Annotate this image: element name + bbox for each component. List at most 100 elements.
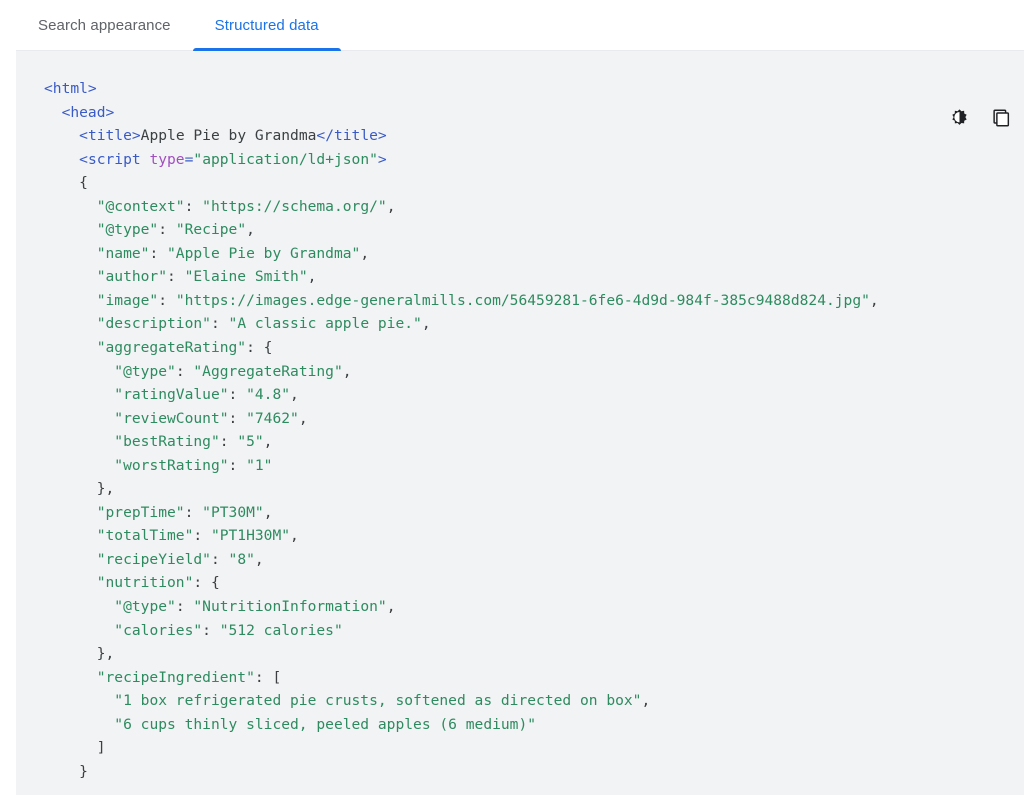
code-token: "512 calories" xyxy=(219,621,343,639)
code-token: "A classic apple pie." xyxy=(228,315,422,333)
tab-search-appearance[interactable]: Search appearance xyxy=(16,0,193,51)
code-line: } xyxy=(44,760,1010,784)
tab-search-appearance-label: Search appearance xyxy=(38,17,171,34)
code-token: }, xyxy=(96,480,115,498)
code-token: , xyxy=(290,527,299,545)
code-token: , xyxy=(386,197,396,215)
code-token: , xyxy=(421,315,431,333)
code-line: }, xyxy=(44,477,1010,501)
code-token: : xyxy=(219,433,238,451)
code-token: : { xyxy=(193,574,220,592)
code-token: , xyxy=(254,550,264,568)
code-token: , xyxy=(386,598,396,616)
code-token: </title> xyxy=(316,127,387,145)
code-line: "ratingValue": "4.8", xyxy=(44,383,1010,407)
code-token: "worstRating" xyxy=(114,456,229,474)
code-token: "application/ld+json" xyxy=(193,150,378,168)
code-line: <html> xyxy=(44,77,1010,101)
code-line: { xyxy=(44,171,1010,195)
code-line: "@type": "NutritionInformation", xyxy=(44,595,1010,619)
code-token: "PT30M" xyxy=(202,503,264,521)
code-line: "description": "A classic apple pie.", xyxy=(44,312,1010,336)
tab-structured-data[interactable]: Structured data xyxy=(192,0,341,51)
code-line: "calories": "512 calories" xyxy=(44,619,1010,643)
code-token: "ratingValue" xyxy=(114,386,229,404)
code-line: "author": "Elaine Smith", xyxy=(44,265,1010,289)
tab-bar: Search appearance Structured data xyxy=(0,0,1024,51)
code-line: "nutrition": { xyxy=(44,571,1010,595)
code-token: "bestRating" xyxy=(114,433,220,451)
code-token: , xyxy=(342,362,352,380)
code-line: "image": "https://images.edge-generalmil… xyxy=(44,289,1010,313)
code-token: "aggregateRating" xyxy=(96,339,247,357)
code-token: "6 cups thinly sliced, peeled apples (6 … xyxy=(114,715,537,733)
code-token: "@type" xyxy=(96,221,159,239)
code-line: "prepTime": "PT30M", xyxy=(44,501,1010,525)
code-token: "@type" xyxy=(114,362,176,380)
code-token: "nutrition" xyxy=(96,574,194,592)
code-token: "PT1H30M" xyxy=(210,527,291,545)
code-token: "recipeYield" xyxy=(96,550,211,568)
code-line: <script type="application/ld+json"> xyxy=(44,148,1010,172)
code-token: <title> xyxy=(79,127,141,145)
code-token: { xyxy=(79,174,88,192)
code-token: "author" xyxy=(96,268,168,286)
code-token: : [ xyxy=(254,668,282,686)
code-line: "6 cups thinly sliced, peeled apples (6 … xyxy=(44,713,1010,737)
code-token: , xyxy=(360,244,370,262)
code-token: : xyxy=(210,550,229,568)
code-block[interactable]: <html> <head> <title>Apple Pie by Grandm… xyxy=(16,77,1024,783)
code-token: "name" xyxy=(96,244,150,262)
code-token: "5" xyxy=(237,433,264,451)
code-token: "calories" xyxy=(114,621,203,639)
code-token: : { xyxy=(246,339,273,357)
code-token: : xyxy=(149,244,168,262)
code-token: "Apple Pie by Grandma" xyxy=(167,244,361,262)
code-token: } xyxy=(79,762,88,780)
code-token: "Recipe" xyxy=(175,221,247,239)
code-token: , xyxy=(263,433,273,451)
structured-data-page: Search appearance Structured data <html>… xyxy=(0,0,1024,795)
code-token: : xyxy=(158,221,176,239)
code-token: <html> xyxy=(44,80,97,97)
code-token: "Elaine Smith" xyxy=(184,268,308,286)
code-token: }, xyxy=(96,645,115,663)
code-token: : xyxy=(158,291,176,309)
code-line: "aggregateRating": { xyxy=(44,336,1010,360)
code-token: "1" xyxy=(246,456,273,474)
code-token: Apple Pie by Grandma xyxy=(140,127,317,145)
code-token: : xyxy=(184,503,203,521)
code-line: "1 box refrigerated pie crusts, softened… xyxy=(44,689,1010,713)
panel-actions xyxy=(946,105,1014,131)
code-panel: <html> <head> <title>Apple Pie by Grandm… xyxy=(16,51,1024,795)
code-token: "@type" xyxy=(114,598,176,616)
code-token: "image" xyxy=(96,291,159,309)
code-token: , xyxy=(298,409,308,427)
code-token: , xyxy=(290,386,299,404)
code-token: "8" xyxy=(228,550,255,568)
code-token: "https://schema.org/" xyxy=(202,197,387,215)
code-token: : xyxy=(184,197,203,215)
code-token: , xyxy=(307,268,317,286)
code-line: "reviewCount": "7462", xyxy=(44,407,1010,431)
code-line: ] xyxy=(44,736,1010,760)
copy-icon[interactable] xyxy=(988,105,1014,131)
code-token: "description" xyxy=(96,315,211,333)
code-token: "totalTime" xyxy=(96,527,194,545)
code-line: <title>Apple Pie by Grandma</title> xyxy=(44,124,1010,148)
code-token: "1 box refrigerated pie crusts, softened… xyxy=(114,692,642,710)
code-token: : xyxy=(167,268,185,286)
code-token: "https://images.edge-generalmills.com/56… xyxy=(175,291,870,309)
code-line: "name": "Apple Pie by Grandma", xyxy=(44,242,1010,266)
code-line: "@type": "AggregateRating", xyxy=(44,360,1010,384)
contrast-icon[interactable] xyxy=(946,105,972,131)
code-line: "recipeIngredient": [ xyxy=(44,666,1010,690)
code-line: "@type": "Recipe", xyxy=(44,218,1010,242)
code-token: : xyxy=(202,621,220,639)
code-line: "recipeYield": "8", xyxy=(44,548,1010,572)
code-token: "AggregateRating" xyxy=(193,362,343,380)
code-token: type xyxy=(149,150,185,168)
code-token: "reviewCount" xyxy=(114,409,229,427)
code-line: "worstRating": "1" xyxy=(44,454,1010,478)
code-token: , xyxy=(263,503,273,521)
